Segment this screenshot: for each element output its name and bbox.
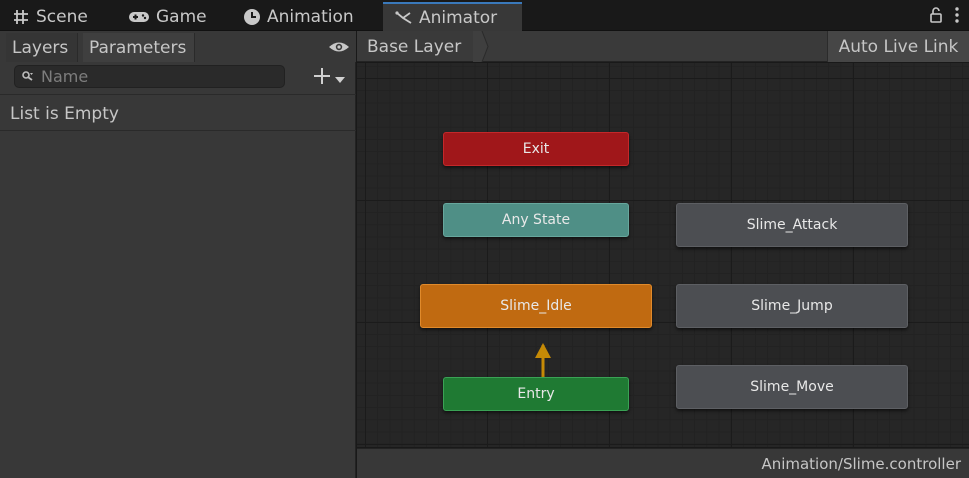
tab-animator-label: Animator (419, 8, 498, 28)
eye-icon[interactable] (328, 39, 350, 58)
state-slime-idle[interactable]: Slime_Idle (420, 284, 652, 328)
state-entry[interactable]: Entry (443, 377, 629, 411)
dropdown-arrow-icon (334, 69, 346, 88)
gamepad-icon (128, 8, 150, 26)
grid-icon (12, 8, 30, 26)
controller-path: Animation/Slime.controller (761, 454, 961, 473)
state-slime-jump[interactable]: Slime_Jump (676, 284, 908, 328)
tab-animator[interactable]: Animator (383, 2, 522, 32)
tab-scene[interactable]: Scene (0, 2, 100, 31)
state-slime-attack[interactable]: Slime_Attack (676, 203, 908, 247)
auto-live-link-button[interactable]: Auto Live Link (827, 31, 969, 62)
controller-path-status: Animation/Slime.controller (357, 448, 969, 478)
window-controls (929, 7, 959, 27)
animator-graph-panel: Base Layer Auto Live Link Exit Any State… (357, 31, 969, 478)
search-icon (21, 67, 35, 86)
layers-parameters-tabs: Layers Parameters (0, 31, 356, 62)
tab-game-label: Game (156, 6, 207, 27)
parameters-empty-message: List is Empty (0, 97, 356, 131)
lock-icon[interactable] (929, 7, 943, 27)
clock-icon (243, 8, 261, 26)
add-parameter-button[interactable] (313, 67, 353, 89)
search-field[interactable] (14, 65, 285, 88)
editor-tab-bar: Scene Game Animation Animator (0, 0, 969, 32)
breadcrumb[interactable]: Base Layer (357, 31, 489, 62)
tab-scene-label: Scene (36, 6, 88, 27)
more-options-icon[interactable] (955, 7, 959, 27)
plus-icon (313, 67, 331, 89)
tab-layers[interactable]: Layers (6, 33, 78, 62)
tab-animation[interactable]: Animation (231, 2, 366, 31)
breadcrumb-separator-icon (473, 31, 489, 62)
breadcrumb-base-layer[interactable]: Base Layer (367, 37, 461, 57)
state-machine-graph[interactable]: Exit Any State Slime_Idle Entry Slime_At… (357, 63, 969, 447)
tab-parameters[interactable]: Parameters (83, 33, 195, 62)
parameters-panel: Layers Parameters List is Empty (0, 31, 356, 478)
state-exit[interactable]: Exit (443, 132, 629, 166)
search-input[interactable] (35, 67, 275, 86)
tab-animation-label: Animation (267, 6, 354, 27)
state-slime-move[interactable]: Slime_Move (676, 365, 908, 409)
state-any-state[interactable]: Any State (443, 203, 629, 237)
animator-icon (395, 9, 413, 27)
breadcrumb-bar: Base Layer Auto Live Link (357, 31, 969, 62)
tab-game[interactable]: Game (116, 2, 219, 31)
